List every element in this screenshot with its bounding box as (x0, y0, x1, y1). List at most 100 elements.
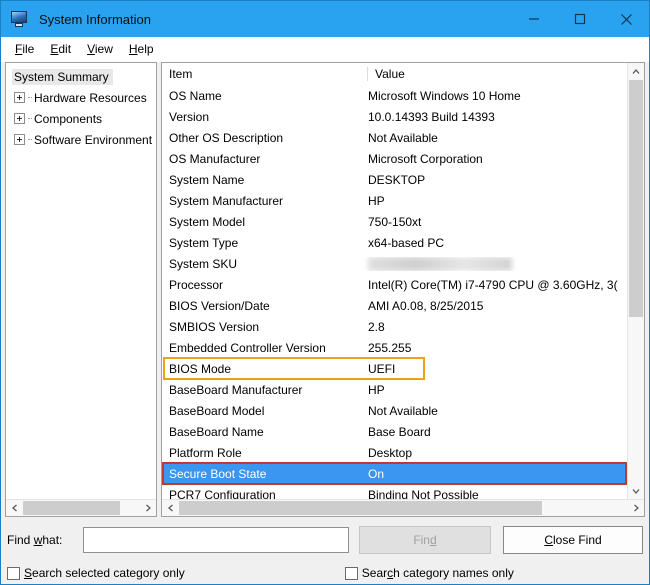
cell-value: 2.8 (360, 320, 627, 334)
find-bar: Find what: Find Close Find Search select… (1, 517, 649, 584)
table-row[interactable]: Embedded Controller Version255.255 (162, 337, 627, 358)
details-vertical-scrollbar[interactable] (627, 63, 644, 499)
cell-value: AMI A0.08, 8/25/2015 (360, 299, 627, 313)
cell-item: BIOS Mode (162, 362, 360, 376)
menu-help[interactable]: Help (123, 40, 164, 58)
cell-item: OS Name (162, 89, 360, 103)
cell-value: Desktop (360, 446, 627, 460)
cell-item: System Type (162, 236, 360, 250)
table-row[interactable]: System Model750-150xt (162, 211, 627, 232)
cell-item: System Name (162, 173, 360, 187)
details-vscroll-thumb[interactable] (629, 80, 643, 317)
category-tree-pane: System Summary Hardware ResourcesComponen… (5, 62, 157, 517)
table-row[interactable]: OS NameMicrosoft Windows 10 Home (162, 85, 627, 106)
chevron-down-icon[interactable] (628, 482, 644, 499)
search-selected-category-checkbox[interactable] (7, 567, 20, 580)
cell-value: Base Board (360, 425, 627, 439)
table-row[interactable]: Platform RoleDesktop (162, 442, 627, 463)
cell-item: OS Manufacturer (162, 152, 360, 166)
details-hscroll-track[interactable] (179, 500, 627, 516)
cell-value: HP (360, 194, 627, 208)
search-category-names-label: Search category names only (362, 566, 514, 580)
expand-icon[interactable] (14, 134, 25, 145)
table-row[interactable]: BIOS Version/DateAMI A0.08, 8/25/2015 (162, 295, 627, 316)
chevron-up-icon[interactable] (628, 63, 644, 80)
chevron-left-icon[interactable] (6, 500, 23, 516)
cell-item: Version (162, 110, 360, 124)
cell-item: Platform Role (162, 446, 360, 460)
sidebar-item-hardware-resources[interactable]: Hardware Resources (6, 87, 156, 108)
cell-item: SMBIOS Version (162, 320, 360, 334)
search-category-names-checkbox[interactable] (345, 567, 358, 580)
tree-horizontal-scrollbar[interactable] (6, 499, 156, 516)
table-row[interactable]: BaseBoard NameBase Board (162, 421, 627, 442)
window-title: System Information (39, 12, 511, 27)
chevron-right-icon[interactable] (627, 500, 644, 516)
table-row[interactable]: OS ManufacturerMicrosoft Corporation (162, 148, 627, 169)
sidebar-item-label: Software Environment (34, 133, 152, 147)
table-row[interactable]: System SKUXXXXXXXXXXXXXXXXXX (162, 253, 627, 274)
table-row[interactable]: BaseBoard ModelNot Available (162, 400, 627, 421)
column-header-item[interactable]: Item (162, 67, 367, 81)
title-bar: System Information (1, 1, 649, 37)
maximize-icon[interactable] (557, 1, 603, 37)
menu-edit[interactable]: Edit (44, 40, 81, 58)
sidebar-item-system-summary[interactable]: System Summary (6, 66, 156, 87)
chevron-left-icon[interactable] (162, 500, 179, 516)
menu-view[interactable]: View (81, 40, 123, 58)
table-row[interactable]: Other OS DescriptionNot Available (162, 127, 627, 148)
table-row[interactable]: PCR7 ConfigurationBinding Not Possible (162, 484, 627, 499)
cell-value: Not Available (360, 404, 627, 418)
sidebar-item-software-environment[interactable]: Software Environment (6, 129, 156, 150)
sidebar-item-components[interactable]: Components (6, 108, 156, 129)
tree-hscroll-thumb[interactable] (23, 501, 120, 515)
table-body[interactable]: OS NameMicrosoft Windows 10 HomeVersion1… (162, 85, 627, 499)
cell-value: 10.0.14393 Build 14393 (360, 110, 627, 124)
close-icon[interactable] (603, 1, 649, 37)
menu-bar: File Edit View Help (1, 37, 649, 62)
expand-icon[interactable] (14, 92, 25, 103)
cell-value: 255.255 (360, 341, 627, 355)
find-input[interactable] (83, 527, 349, 553)
cell-item: BaseBoard Manufacturer (162, 383, 360, 397)
menu-edit-label-rest: dit (58, 42, 71, 56)
details-vscroll-track[interactable] (628, 80, 644, 482)
table-row[interactable]: BIOS ModeUEFI (162, 358, 627, 379)
table-row[interactable]: Version10.0.14393 Build 14393 (162, 106, 627, 127)
details-horizontal-scrollbar[interactable] (162, 499, 644, 516)
cell-item: BIOS Version/Date (162, 299, 360, 313)
table-row[interactable]: System Typex64-based PC (162, 232, 627, 253)
chevron-right-icon[interactable] (139, 500, 156, 516)
menu-file[interactable]: File (9, 40, 44, 58)
search-selected-category-label: Search selected category only (24, 566, 185, 580)
table-row[interactable]: SMBIOS Version2.8 (162, 316, 627, 337)
minimize-icon[interactable] (511, 1, 557, 37)
tree-connector (28, 97, 32, 98)
find-what-label: Find what: (7, 533, 83, 547)
table-row[interactable]: Secure Boot StateOn (162, 463, 627, 484)
close-find-button[interactable]: Close Find (503, 526, 643, 554)
tree-connector (28, 139, 32, 140)
cell-value: Microsoft Windows 10 Home (360, 89, 627, 103)
table-row[interactable]: System NameDESKTOP (162, 169, 627, 190)
cell-item: Other OS Description (162, 131, 360, 145)
column-header-value[interactable]: Value (367, 67, 627, 81)
expand-icon[interactable] (14, 113, 25, 124)
details-pane: Item Value OS NameMicrosoft Windows 10 H… (161, 62, 645, 517)
cell-value: XXXXXXXXXXXXXXXXXX (360, 257, 627, 271)
cell-value: Not Available (360, 131, 627, 145)
search-selected-category-option[interactable]: Search selected category only (7, 566, 185, 580)
category-tree[interactable]: System Summary Hardware ResourcesComponen… (6, 63, 156, 499)
find-button[interactable]: Find (359, 526, 491, 554)
table-row[interactable]: BaseBoard ManufacturerHP (162, 379, 627, 400)
search-category-names-option[interactable]: Search category names only (345, 566, 514, 580)
window-controls (511, 1, 649, 37)
tree-hscroll-track[interactable] (23, 500, 139, 516)
details-hscroll-thumb[interactable] (179, 501, 542, 515)
menu-file-label-rest: ile (22, 42, 34, 56)
computer-icon (10, 9, 30, 29)
table-row[interactable]: ProcessorIntel(R) Core(TM) i7-4790 CPU @… (162, 274, 627, 295)
sidebar-item-label: System Summary (12, 69, 113, 85)
details-table-wrap: Item Value OS NameMicrosoft Windows 10 H… (162, 63, 644, 499)
table-row[interactable]: System ManufacturerHP (162, 190, 627, 211)
